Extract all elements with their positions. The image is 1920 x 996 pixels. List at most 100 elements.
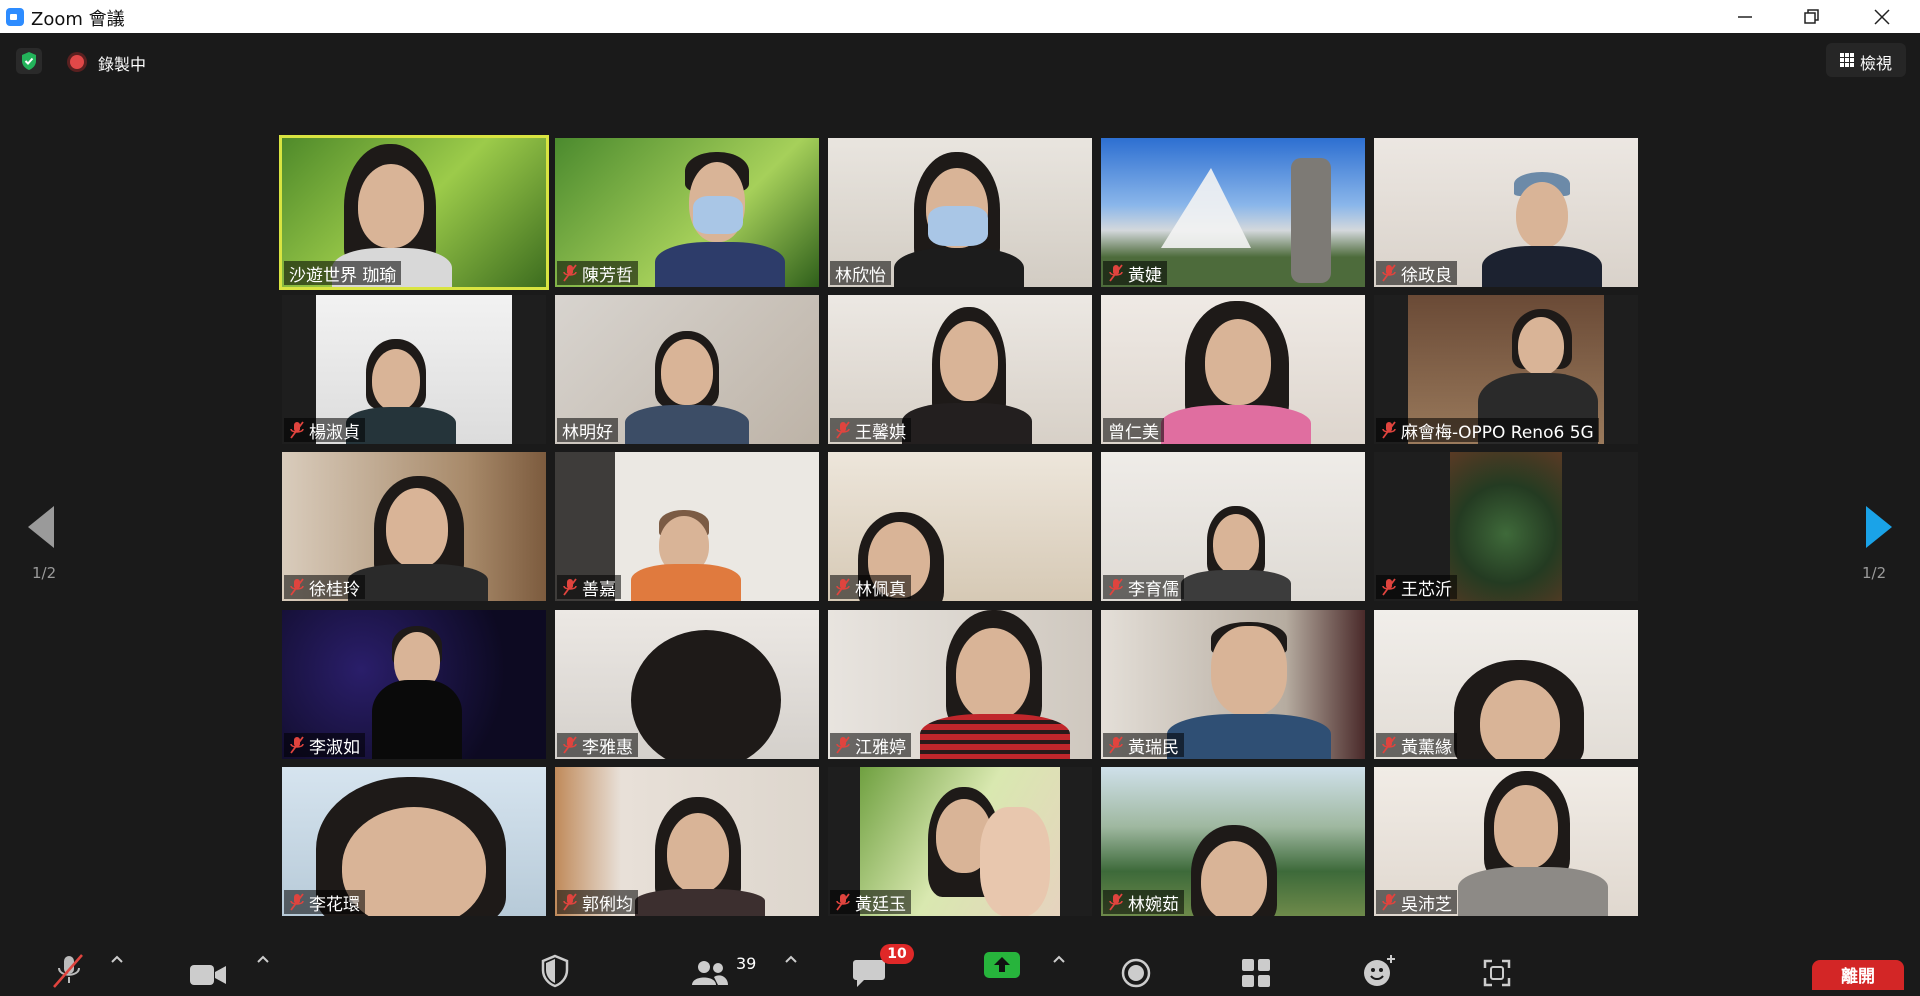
- video-tile[interactable]: 黃廷玉: [828, 767, 1092, 916]
- participant-name: 麻會梅-OPPO Reno6 5G: [1401, 422, 1594, 443]
- muted-mic-icon: [290, 578, 304, 596]
- restore-icon: [1804, 9, 1819, 24]
- next-page-icon[interactable]: [1862, 502, 1902, 552]
- video-tile[interactable]: 林欣怡: [828, 138, 1092, 287]
- video-tile[interactable]: 黃婕: [1101, 138, 1365, 287]
- participant-name: 黃薰緣: [1401, 737, 1452, 758]
- apps-icon[interactable]: [1482, 952, 1512, 994]
- grid-icon: [1840, 53, 1854, 67]
- video-camera-icon[interactable]: [188, 954, 228, 996]
- participant-name: 林明好: [562, 422, 613, 443]
- muted-mic-icon: [836, 421, 850, 439]
- restore-button[interactable]: [1782, 0, 1842, 33]
- recording-label: 錄製中: [98, 55, 147, 74]
- participant-name-tag: 徐桂玲: [284, 575, 365, 600]
- page-indicator-right: 1/2: [1862, 564, 1887, 582]
- participants-options-caret-icon[interactable]: [784, 954, 798, 964]
- participant-name: 徐桂玲: [309, 579, 360, 600]
- video-tile[interactable]: 李淑如: [282, 610, 546, 759]
- participant-name-tag: 李育儒: [1103, 575, 1184, 600]
- participant-name: 陳芳哲: [582, 265, 633, 286]
- video-tile[interactable]: 徐桂玲: [282, 452, 546, 601]
- page-indicator-left: 1/2: [32, 564, 57, 582]
- video-options-caret-icon[interactable]: [256, 954, 270, 964]
- video-tile[interactable]: 楊淑貞: [282, 295, 546, 444]
- video-tile[interactable]: 林婉茹: [1101, 767, 1365, 916]
- window-title: Zoom 會議: [31, 9, 125, 30]
- participant-name-tag: 徐政良: [1376, 261, 1457, 286]
- video-tile[interactable]: 林佩真: [828, 452, 1092, 601]
- participant-name: 楊淑貞: [309, 422, 360, 443]
- participants-icon[interactable]: [690, 952, 730, 994]
- participant-name-tag: 吳沛芝: [1376, 890, 1457, 915]
- muted-mic-icon: [1382, 264, 1396, 282]
- video-tile[interactable]: 王馨娸: [828, 295, 1092, 444]
- video-tile[interactable]: 曾仁美: [1101, 295, 1365, 444]
- participant-name-tag: 黃婕: [1103, 261, 1167, 286]
- close-button[interactable]: [1852, 0, 1912, 33]
- video-tile[interactable]: 善嘉: [555, 452, 819, 601]
- participant-name-tag: 李雅惠: [557, 733, 638, 758]
- video-tile[interactable]: 郭俐均: [555, 767, 819, 916]
- participant-name: 王馨娸: [855, 422, 906, 443]
- zoom-app-icon: [6, 8, 24, 26]
- share-arrow-icon: [994, 957, 1010, 972]
- minimize-button[interactable]: [1715, 0, 1775, 33]
- muted-mic-icon: [836, 736, 850, 754]
- participant-name: 李雅惠: [582, 737, 633, 758]
- participant-name: 江雅婷: [855, 737, 906, 758]
- breakout-rooms-icon[interactable]: [1240, 952, 1272, 994]
- previous-page-icon[interactable]: [24, 502, 64, 552]
- view-label: 檢視: [1860, 54, 1893, 73]
- participant-name-tag: 黃瑞民: [1103, 733, 1184, 758]
- video-tile[interactable]: 陳芳哲: [555, 138, 819, 287]
- view-button[interactable]: 檢視: [1826, 43, 1906, 77]
- participant-name-tag: 江雅婷: [830, 733, 911, 758]
- video-tile[interactable]: 吳沛芝: [1374, 767, 1638, 916]
- participant-name-tag: 王馨娸: [830, 418, 911, 443]
- encryption-shield-button[interactable]: [16, 48, 42, 74]
- participant-name: 黃瑞民: [1128, 737, 1179, 758]
- participant-name-tag: 郭俐均: [557, 890, 638, 915]
- participant-name-tag: 李淑如: [284, 733, 365, 758]
- video-tile[interactable]: 黃瑞民: [1101, 610, 1365, 759]
- muted-mic-icon: [1382, 736, 1396, 754]
- video-tile[interactable]: 江雅婷: [828, 610, 1092, 759]
- muted-mic-icon: [1109, 736, 1123, 754]
- participant-name-tag: 沙遊世界 珈瑜: [284, 261, 402, 286]
- chat-unread-badge: 10: [880, 944, 914, 964]
- muted-mic-icon: [1382, 421, 1396, 439]
- video-tile[interactable]: 李雅惠: [555, 610, 819, 759]
- minimize-icon: [1738, 16, 1752, 18]
- muted-mic-icon: [836, 578, 850, 596]
- participant-name: 黃廷玉: [855, 894, 906, 915]
- video-tile[interactable]: 李花環: [282, 767, 546, 916]
- video-tile[interactable]: 李育儒: [1101, 452, 1365, 601]
- muted-mic-icon: [290, 893, 304, 911]
- share-screen-button[interactable]: [984, 952, 1020, 978]
- muted-mic-icon: [1109, 893, 1123, 911]
- participant-name: 曾仁美: [1108, 422, 1159, 443]
- participant-name: 郭俐均: [582, 894, 633, 915]
- muted-mic-icon: [1382, 893, 1396, 911]
- video-tile[interactable]: 王芯沂: [1374, 452, 1638, 601]
- participant-name-tag: 黃薰緣: [1376, 733, 1457, 758]
- muted-mic-icon: [290, 736, 304, 754]
- participant-name-tag: 林明好: [557, 418, 618, 443]
- video-tile[interactable]: 麻會梅-OPPO Reno6 5G: [1374, 295, 1638, 444]
- video-tile[interactable]: 徐政良: [1374, 138, 1638, 287]
- video-tile[interactable]: 沙遊世界 珈瑜: [279, 135, 549, 290]
- muted-mic-icon: [563, 893, 577, 911]
- muted-mic-icon: [836, 893, 850, 911]
- participant-name: 李花環: [309, 894, 360, 915]
- video-tile[interactable]: 林明好: [555, 295, 819, 444]
- participant-name-tag: 陳芳哲: [557, 261, 638, 286]
- share-options-caret-icon[interactable]: [1052, 954, 1066, 964]
- record-icon[interactable]: [1120, 952, 1152, 994]
- participant-name: 徐政良: [1401, 265, 1452, 286]
- participant-name-tag: 李花環: [284, 890, 365, 915]
- muted-mic-icon: [1109, 578, 1123, 596]
- video-tile[interactable]: 黃薰緣: [1374, 610, 1638, 759]
- audio-options-caret-icon[interactable]: [110, 954, 124, 964]
- muted-mic-icon: [290, 421, 304, 439]
